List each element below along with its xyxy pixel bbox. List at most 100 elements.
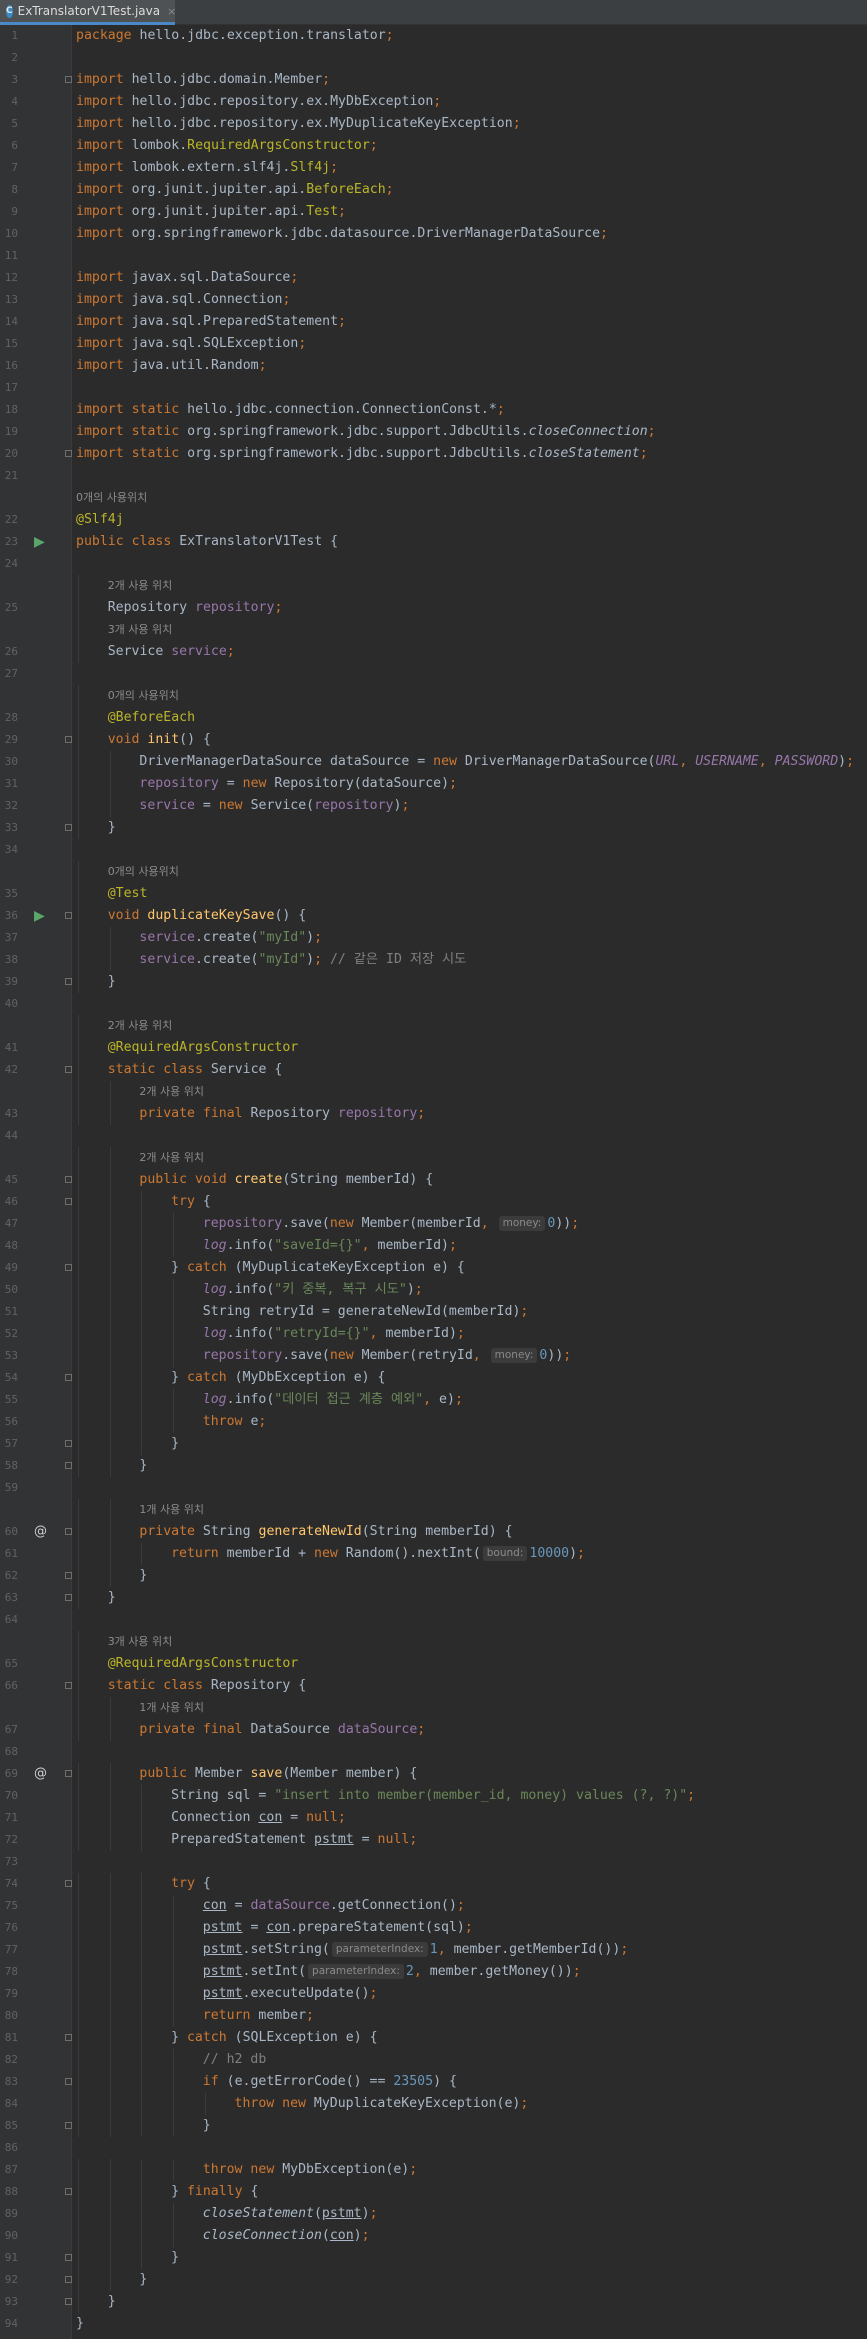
- usage-hint[interactable]: 1개 사용 위치: [0, 1499, 867, 1521]
- code-editor[interactable]: 1 package hello.jdbc.exception.translator…: [0, 25, 867, 2335]
- file-tab[interactable]: C ExTranslatorV1Test.java ×: [0, 0, 176, 25]
- code-text: import static hello.jdbc.connection.Conn…: [76, 399, 505, 421]
- fold-toggle-icon[interactable]: [65, 1176, 72, 1183]
- fold-toggle-icon[interactable]: [65, 1572, 72, 1579]
- override-marker-icon[interactable]: @: [34, 1763, 47, 1785]
- fold-toggle-icon[interactable]: [65, 1198, 72, 1205]
- fold-toggle-icon[interactable]: [65, 1770, 72, 1777]
- code-token: Service {: [210, 1062, 283, 1077]
- usage-hint[interactable]: 0개의 사용위치: [0, 685, 867, 707]
- code-token: ,: [437, 1942, 454, 1957]
- line-number: 47: [4, 1217, 18, 1230]
- fold-toggle-icon[interactable]: [65, 912, 72, 919]
- line-number: 37: [4, 931, 18, 944]
- fold-toggle-icon[interactable]: [65, 1440, 72, 1447]
- code-text: import hello.jdbc.domain.Member;: [76, 69, 330, 91]
- code-text: pstmt.executeUpdate();: [203, 1983, 378, 2005]
- code-text: // h2 db: [203, 2049, 267, 2071]
- fold-toggle-icon[interactable]: [65, 1374, 72, 1381]
- indent-guide: [173, 2203, 175, 2225]
- indent-guide: [78, 2049, 79, 2071]
- indent-guide: [109, 1103, 111, 1125]
- indent-guide: [109, 1389, 111, 1411]
- usage-hint[interactable]: 2개 사용 위치: [0, 575, 867, 597]
- fold-toggle-icon[interactable]: [65, 824, 72, 831]
- line-number: 85: [4, 2119, 18, 2132]
- code-token: ,: [480, 1216, 497, 1231]
- fold-toggle-icon[interactable]: [65, 1880, 72, 1887]
- code-text: throw new MyDbException(e);: [203, 2159, 417, 2181]
- code-token: Repository(dataSource): [274, 776, 450, 791]
- line-number: 62: [4, 1569, 18, 1582]
- line-number: 82: [4, 2053, 18, 2066]
- code-text: @BeforeEach: [108, 707, 195, 729]
- code-token: memberId +: [226, 1546, 315, 1561]
- usage-hint[interactable]: 0개의 사용위치: [0, 861, 867, 883]
- code-token: lombok.extern.slf4j.: [131, 160, 291, 175]
- fold-toggle-icon[interactable]: [65, 2254, 72, 2261]
- code-text: static class Service {: [108, 1059, 283, 1081]
- fold-toggle-icon[interactable]: [65, 1264, 72, 1271]
- indent-guide: [78, 949, 79, 971]
- fold-toggle-icon[interactable]: [65, 2122, 72, 2129]
- code-token: service: [139, 952, 195, 967]
- fold-toggle-icon[interactable]: [65, 2276, 72, 2283]
- indent-guide: [78, 1675, 79, 1697]
- usage-hint[interactable]: 0개의 사용위치: [0, 487, 867, 509]
- line-number: 15: [4, 337, 18, 350]
- fold-toggle-icon[interactable]: [65, 978, 72, 985]
- code-token: (SQLException e) {: [234, 2030, 378, 2045]
- line-number: 2: [11, 51, 18, 64]
- usage-hint[interactable]: 3개 사용 위치: [0, 1631, 867, 1653]
- line-number: 40: [4, 997, 18, 1010]
- usage-hint[interactable]: 2개 사용 위치: [0, 1147, 867, 1169]
- fold-toggle-icon[interactable]: [65, 2298, 72, 2305]
- fold-toggle-icon[interactable]: [65, 2188, 72, 2195]
- line-number: 60: [4, 1525, 18, 1538]
- close-tab-icon[interactable]: ×: [167, 5, 176, 18]
- indent-guide: [173, 1961, 175, 1983]
- code-token: .prepareStatement(sql): [290, 1920, 465, 1935]
- code-token: con: [329, 2228, 354, 2243]
- line-number: 54: [4, 1371, 18, 1384]
- fold-toggle-icon[interactable]: [65, 1682, 72, 1689]
- code-token: import: [76, 292, 132, 307]
- code-line: 40: [0, 993, 867, 1015]
- usage-hint[interactable]: 2개 사용 위치: [0, 1081, 867, 1103]
- fold-toggle-icon[interactable]: [65, 2034, 72, 2041]
- indent-guide: [109, 1697, 111, 1719]
- usage-hint[interactable]: 3개 사용 위치: [0, 619, 867, 641]
- fold-toggle-icon[interactable]: [65, 1528, 72, 1535]
- fold-toggle-icon[interactable]: [65, 1462, 72, 1469]
- fold-toggle-icon[interactable]: [65, 736, 72, 743]
- fold-toggle-icon[interactable]: [65, 1066, 72, 1073]
- code-token: .info(: [226, 1392, 275, 1407]
- usage-hint[interactable]: 2개 사용 위치: [0, 1015, 867, 1037]
- code-text: }: [203, 2115, 211, 2137]
- fold-toggle-icon[interactable]: [65, 1594, 72, 1601]
- code-text: log.info("retryId={}", memberId);: [203, 1323, 465, 1345]
- code-token: =: [218, 776, 243, 791]
- code-token: private final: [139, 1722, 251, 1737]
- code-token: Connection: [171, 1810, 259, 1825]
- code-token: ): [838, 754, 847, 769]
- indent-guide: [78, 1499, 79, 1521]
- code-line: 20 import static org.springframework.jdbc…: [0, 443, 867, 465]
- code-token: import: [76, 204, 132, 219]
- indent-guide: [141, 1939, 143, 1961]
- code-token: hello.jdbc.exception.translator: [139, 28, 386, 43]
- code-token: dataSource: [250, 1898, 330, 1913]
- run-test-icon[interactable]: ▶: [34, 531, 45, 553]
- fold-toggle-icon[interactable]: [65, 76, 72, 83]
- fold-toggle-icon[interactable]: [65, 450, 72, 457]
- run-test-icon[interactable]: ▶: [34, 905, 45, 927]
- usage-hint[interactable]: 1개 사용 위치: [0, 1697, 867, 1719]
- code-text: pstmt = con.prepareStatement(sql);: [203, 1917, 473, 1939]
- line-number: 76: [4, 1921, 18, 1934]
- code-token: }: [139, 1458, 148, 1473]
- code-token: "myId": [258, 930, 307, 945]
- indent-guide: [78, 1631, 79, 1653]
- fold-toggle-icon[interactable]: [65, 2078, 72, 2085]
- override-marker-icon[interactable]: @: [34, 1521, 47, 1543]
- line-number: 64: [4, 1613, 18, 1626]
